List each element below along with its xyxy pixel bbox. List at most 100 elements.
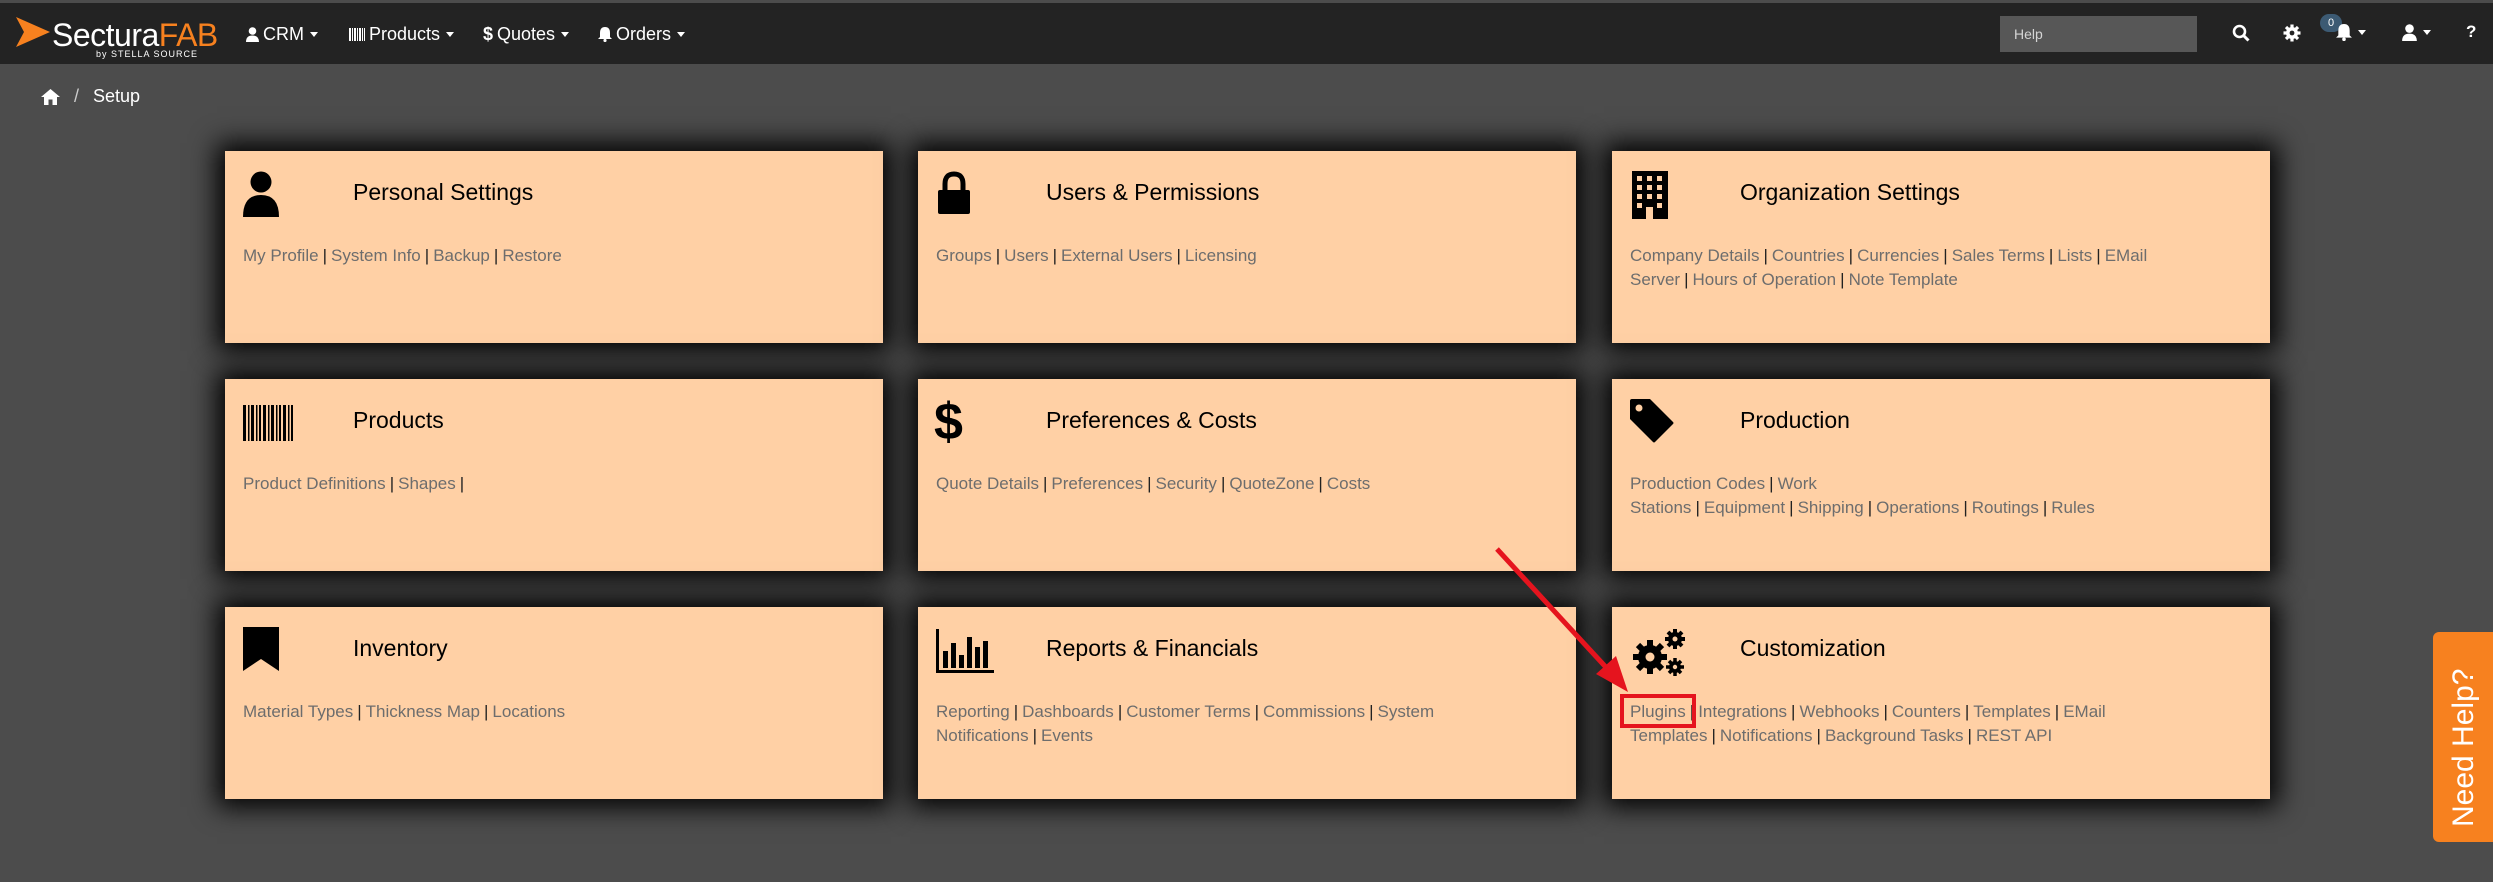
breadcrumb: / Setup (41, 86, 140, 107)
card-reports-financials: Reports & Financials Reporting | Dashboard… (918, 607, 1576, 799)
breadcrumb-current: Setup (93, 86, 141, 106)
card-title: Organization Settings (1740, 179, 1960, 205)
card-title: Reports & Financials (1046, 635, 1259, 661)
link-notifications[interactable]: Notifications (1720, 726, 1813, 745)
home-icon[interactable] (41, 88, 60, 105)
link-preferences[interactable]: Preferences (1051, 474, 1143, 493)
link-company-details[interactable]: Company Details (1630, 246, 1759, 265)
bell-icon (2336, 24, 2352, 41)
link-webhooks[interactable]: Webhooks (1799, 702, 1879, 721)
link-separator: | (1791, 702, 1796, 721)
card-organization-settings: Organization Settings Company Details | Co… (1612, 151, 2270, 343)
link-sales-terms[interactable]: Sales Terms (1952, 246, 2045, 265)
link-backup[interactable]: Backup (433, 246, 490, 265)
link-countries[interactable]: Countries (1772, 246, 1845, 265)
link-product-definitions[interactable]: Product Definitions (243, 474, 386, 493)
barcode-icon (243, 405, 293, 441)
link-events[interactable]: Events (1041, 726, 1093, 745)
link-background-tasks[interactable]: Background Tasks (1825, 726, 1964, 745)
nav-quotes-label: Quotes (497, 24, 556, 44)
notifications-menu[interactable] (2336, 24, 2366, 41)
link-rest-api[interactable]: REST API (1976, 726, 2052, 745)
link-separator: | (1032, 726, 1038, 745)
card-users-permissions: Users & Permissions Groups | Users | Externa… (918, 151, 1576, 343)
card-title: Preferences & Costs (1046, 407, 1257, 433)
link-separator: | (483, 702, 489, 721)
nav-products[interactable]: Products (349, 24, 455, 45)
link-my-profile[interactable]: My Profile (243, 246, 319, 265)
link-separator: | (995, 246, 1001, 265)
link-separator: | (1816, 726, 1821, 745)
link-note-template[interactable]: Note Template (1849, 270, 1958, 289)
card-production: Production Production Codes | Work Station… (1612, 379, 2270, 571)
link-separator: | (2042, 498, 2048, 517)
link-separator: | (1043, 474, 1048, 493)
link-counters[interactable]: Counters (1892, 702, 1961, 721)
link-restore[interactable]: Restore (502, 246, 562, 265)
app-logo[interactable]: SecturaFAB by STELLA SOURCE (16, 15, 218, 59)
link-thickness-map[interactable]: Thickness Map (366, 702, 480, 721)
link-separator: | (1052, 246, 1057, 265)
card-links: Reporting | Dashboards | Customer Terms | Comm… (936, 700, 1558, 748)
link-material-types[interactable]: Material Types (243, 702, 353, 721)
help-icon[interactable]: ? (2466, 22, 2476, 42)
card-links: Quote Details | Preferences | Security | Quote… (936, 472, 1558, 496)
card-title: Personal Settings (353, 179, 534, 205)
dollar-icon: $ (934, 393, 963, 451)
link-hours-of-operation[interactable]: Hours of Operation (1693, 270, 1837, 289)
card-title: Production (1740, 407, 1850, 433)
link-separator: | (1963, 498, 1968, 517)
gear-icon[interactable] (2283, 24, 2301, 42)
link-separator: | (1840, 270, 1845, 289)
link-dashboards[interactable]: Dashboards (1022, 702, 1114, 721)
link-commissions[interactable]: Commissions (1263, 702, 1365, 721)
link-reporting[interactable]: Reporting (936, 702, 1010, 721)
help-search-input[interactable] (2000, 16, 2197, 52)
link-separator: | (1684, 270, 1689, 289)
link-separator: | (459, 474, 465, 493)
link-separator: | (1763, 246, 1768, 265)
link-quote-details[interactable]: Quote Details (936, 474, 1039, 493)
link-currencies[interactable]: Currencies (1857, 246, 1939, 265)
link-system-info[interactable]: System Info (331, 246, 421, 265)
link-quotezone[interactable]: QuoteZone (1229, 474, 1314, 493)
need-help-tab[interactable]: Need Help? (2433, 632, 2493, 842)
link-users[interactable]: Users (1004, 246, 1048, 265)
link-security[interactable]: Security (1156, 474, 1217, 493)
link-external-users[interactable]: External Users (1061, 246, 1172, 265)
link-separator: | (1369, 702, 1374, 721)
link-operations[interactable]: Operations (1876, 498, 1959, 517)
nav-orders[interactable]: Orders (598, 24, 686, 45)
link-lists[interactable]: Lists (2057, 246, 2092, 265)
link-separator: | (2054, 702, 2060, 721)
link-separator: | (424, 246, 430, 265)
link-production-codes[interactable]: Production Codes (1630, 474, 1765, 493)
link-groups[interactable]: Groups (936, 246, 992, 265)
barcode-icon (349, 28, 365, 41)
nav-products-label: Products (369, 24, 441, 44)
link-separator: | (1711, 726, 1716, 745)
link-integrations[interactable]: Integrations (1698, 702, 1787, 721)
card-links: Groups | Users | External Users | Licensing (936, 244, 1558, 268)
link-customer-terms[interactable]: Customer Terms (1126, 702, 1250, 721)
link-locations[interactable]: Locations (492, 702, 565, 721)
user-menu[interactable] (2402, 24, 2431, 41)
link-equipment[interactable]: Equipment (1704, 498, 1785, 517)
link-templates[interactable]: Templates (1973, 702, 2050, 721)
card-links: Plugins | Integrations | Webhooks | Counters | T… (1630, 700, 2252, 748)
nav-crm[interactable]: CRM (246, 24, 318, 45)
search-icon[interactable] (2232, 24, 2250, 42)
link-costs[interactable]: Costs (1327, 474, 1370, 493)
user-icon (243, 171, 279, 217)
link-separator: | (1867, 498, 1873, 517)
nav-quotes[interactable]: $ Quotes (483, 24, 570, 45)
link-shipping[interactable]: Shipping (1798, 498, 1864, 517)
link-separator: | (1967, 726, 1972, 745)
link-separator: | (1943, 246, 1948, 265)
link-rules[interactable]: Rules (2051, 498, 2094, 517)
link-shapes[interactable]: Shapes (398, 474, 456, 493)
link-routings[interactable]: Routings (1972, 498, 2039, 517)
building-icon (1632, 171, 1668, 219)
link-licensing[interactable]: Licensing (1185, 246, 1257, 265)
link-separator: | (1848, 246, 1854, 265)
